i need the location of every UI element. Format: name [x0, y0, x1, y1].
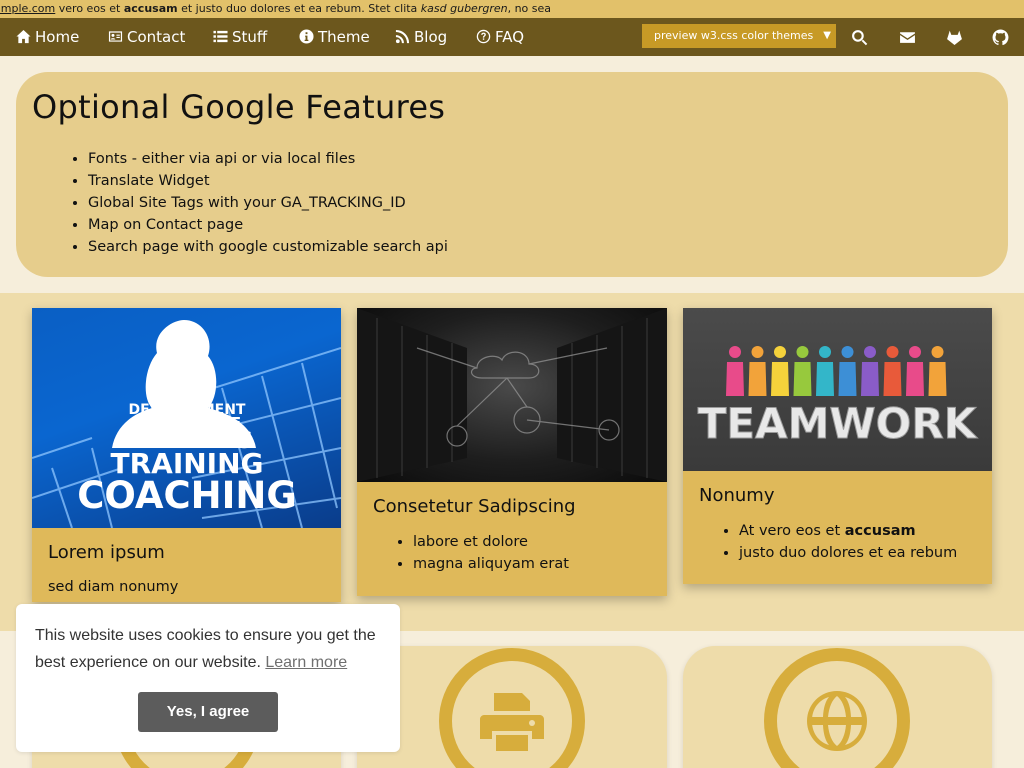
- nav-mail[interactable]: [892, 18, 922, 56]
- figure-body: [906, 362, 924, 396]
- cookie-message-container: This website uses cookies to ensure you …: [35, 622, 381, 676]
- list-item-bold: accusam: [844, 523, 916, 539]
- printer-glyph: [480, 693, 544, 751]
- card-title: Consetetur Sadipscing: [373, 496, 576, 517]
- nav-search[interactable]: [844, 18, 874, 56]
- intro-panel: Optional Google Features Fonts - either …: [16, 72, 1008, 277]
- info-circle-icon: [299, 29, 314, 44]
- teamwork-graphic: TEAMWORK: [697, 346, 978, 449]
- image-word: TEAMWORK: [698, 399, 978, 448]
- figure-head: [841, 346, 854, 358]
- card-nonumy: TEAMWORK Nonumy At vero eos et accusam j…: [683, 308, 992, 584]
- list-item: magna aliquyam erat: [413, 553, 667, 575]
- intro-feature-list: Fonts - either via api or via local file…: [88, 148, 992, 258]
- github-icon: [992, 29, 1008, 45]
- figure-head: [864, 346, 876, 358]
- lower-card-2: [357, 646, 667, 768]
- server-room-graphic: [357, 308, 667, 482]
- card-consetetur-sadipscing: Consetetur Sadipscing labore et dolore m…: [357, 308, 667, 596]
- list-item-text: At vero eos et: [739, 523, 845, 539]
- address-card-icon: [108, 31, 123, 42]
- figure-body: [838, 362, 857, 396]
- nav-home[interactable]: Home: [16, 18, 79, 56]
- nav-blog-label: Blog: [414, 28, 448, 46]
- globe-icon: [764, 648, 910, 768]
- nav-theme-label: Theme: [318, 28, 370, 46]
- intro-title: Optional Google Features: [32, 88, 446, 126]
- gitlab-icon: [946, 30, 962, 45]
- figure-head: [751, 346, 764, 358]
- image-word-5: COACHING: [77, 474, 296, 517]
- ticker-text-2: et justo duo dolores et ea rebum. Stet c…: [177, 2, 421, 15]
- figure-head: [796, 346, 809, 358]
- globe-glyph: [807, 691, 867, 751]
- ticker-link[interactable]: ample.com: [0, 2, 55, 15]
- list-item: Translate Widget: [88, 170, 992, 192]
- list-item: At vero eos et accusam: [739, 520, 992, 542]
- list-icon: [213, 30, 228, 43]
- coaching-graphic: DEVELOPMENT KNOWLEDGE LEARNING TRAINING …: [32, 320, 341, 528]
- question-circle-icon: [476, 29, 491, 44]
- nav-theme[interactable]: Theme: [299, 18, 370, 56]
- figure-body: [748, 362, 767, 396]
- navbar: Home Contact Stuff Theme Blog FAQ previe…: [0, 18, 1024, 56]
- figure-head: [886, 346, 899, 358]
- nav-faq-label: FAQ: [495, 28, 525, 46]
- caret-down-icon: ▼: [823, 30, 831, 41]
- ticker-text-1: vero eos et: [55, 2, 124, 15]
- search-icon: [851, 29, 867, 45]
- nav-stuff-label: Stuff: [232, 28, 268, 46]
- accept-cookies-button[interactable]: Yes, I agree: [138, 692, 278, 732]
- nav-github[interactable]: [985, 18, 1015, 56]
- cookie-consent-banner: This website uses cookies to ensure you …: [16, 604, 400, 752]
- envelope-icon: [899, 31, 915, 43]
- ticker-italic: kasd gubergren: [420, 2, 508, 15]
- nav-home-label: Home: [35, 28, 80, 46]
- teamwork-image: TEAMWORK: [683, 308, 992, 471]
- list-item: justo duo dolores et ea rebum: [739, 542, 992, 564]
- figure-body: [816, 362, 834, 396]
- ticker-bold: accusam: [123, 2, 178, 15]
- server-room-image: [357, 308, 667, 482]
- list-item: Global Site Tags with your GA_TRACKING_I…: [88, 192, 992, 214]
- nav-faq[interactable]: FAQ: [476, 18, 524, 56]
- figure-head: [931, 346, 944, 358]
- nav-gitlab[interactable]: [939, 18, 969, 56]
- figure-head: [819, 346, 831, 358]
- rss-icon: [395, 29, 410, 44]
- card-list: labore et dolore magna aliquyam erat: [413, 531, 667, 575]
- figure-head: [909, 346, 921, 358]
- coaching-image: DEVELOPMENT KNOWLEDGE LEARNING TRAINING …: [32, 308, 341, 528]
- lower-card-3: [683, 646, 992, 768]
- card-list: At vero eos et accusam justo duo dolores…: [739, 520, 992, 564]
- list-item: Map on Contact page: [88, 214, 992, 236]
- theme-preview-select[interactable]: preview w3.css color themes ▼: [642, 24, 836, 48]
- figure-body: [883, 362, 902, 396]
- top-ticker: ample.com vero eos et accusam et justo d…: [0, 0, 1024, 18]
- list-item: Fonts - either via api or via local file…: [88, 148, 992, 170]
- figure-head: [774, 346, 786, 358]
- nav-stuff[interactable]: Stuff: [213, 18, 267, 56]
- figure-body: [861, 362, 879, 396]
- home-icon: [16, 29, 31, 44]
- figure-head: [729, 346, 741, 358]
- nav-blog[interactable]: Blog: [395, 18, 447, 56]
- card-lorem-ipsum: DEVELOPMENT KNOWLEDGE LEARNING TRAINING …: [32, 308, 341, 602]
- nav-contact-label: Contact: [127, 28, 186, 46]
- theme-select-value: preview w3.css color themes: [654, 29, 814, 42]
- card-title: Lorem ipsum: [48, 542, 165, 563]
- figure-body: [726, 362, 744, 396]
- figure-body: [793, 362, 812, 396]
- ticker-text-3: , no sea: [507, 2, 552, 15]
- list-item: Search page with google customizable sea…: [88, 236, 992, 258]
- learn-more-link[interactable]: Learn more: [265, 654, 347, 671]
- figure-body: [928, 362, 947, 396]
- nav-contact[interactable]: Contact: [108, 18, 185, 56]
- figure-body: [771, 362, 789, 396]
- print-icon: [439, 648, 585, 768]
- card-text: sed diam nonumy: [48, 579, 179, 595]
- card-title: Nonumy: [699, 485, 775, 506]
- list-item: labore et dolore: [413, 531, 667, 553]
